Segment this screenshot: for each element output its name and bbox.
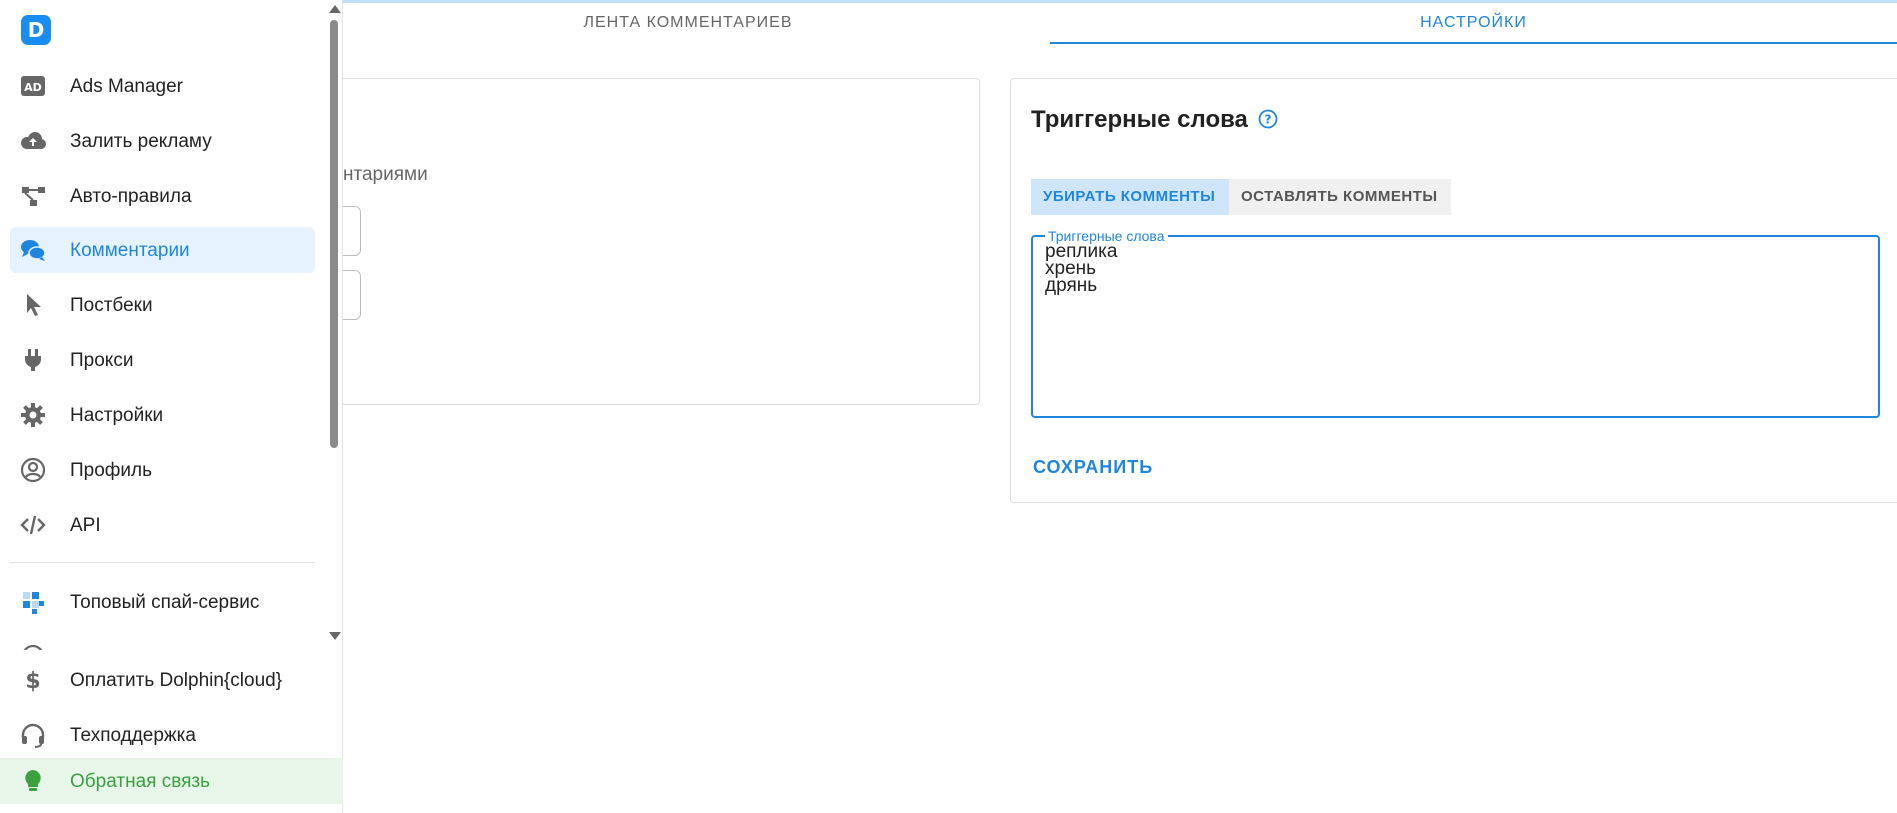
sidebar-item-label: Настройки bbox=[70, 405, 164, 426]
plug-icon bbox=[18, 346, 48, 374]
headset-icon bbox=[18, 721, 48, 749]
sidebar-item-proxy[interactable]: Прокси bbox=[10, 337, 315, 383]
left-card-input-1[interactable] bbox=[343, 206, 361, 256]
sidebar-item-label: Комментарии bbox=[70, 240, 190, 261]
svg-text:?: ? bbox=[1265, 113, 1272, 127]
trigger-words-label: Триггерные слова bbox=[1045, 228, 1168, 244]
help-icon[interactable]: ? bbox=[1258, 109, 1278, 129]
scroll-down-icon[interactable] bbox=[329, 632, 341, 640]
tab-settings[interactable]: НАСТРОЙКИ bbox=[1050, 0, 1897, 44]
sidebar-divider bbox=[10, 562, 315, 563]
sidebar-item-api[interactable]: API bbox=[10, 502, 315, 548]
sidebar-item-label: Залить рекламу bbox=[70, 131, 212, 152]
sidebar-item-support[interactable]: Техподдержка bbox=[0, 712, 343, 758]
sidebar-item-ads-manager[interactable]: AD Ads Manager bbox=[10, 63, 315, 109]
gear-icon bbox=[18, 401, 48, 429]
sidebar-item-label: Постбеки bbox=[70, 295, 153, 316]
sidebar-nav: D AD Ads Manager Залить рекламу Авто-пра… bbox=[0, 0, 322, 650]
sidebar-item-label: Обратная связь bbox=[70, 771, 210, 792]
sidebar-item-comments[interactable]: Комментарии bbox=[10, 227, 315, 273]
trigger-words-field: Триггерные слова реплика хрень дрянь bbox=[1031, 228, 1880, 418]
keep-comments-button[interactable]: ОСТАВЛЯТЬ КОММЕНТЫ bbox=[1229, 179, 1451, 215]
sidebar-item-label: Авто-правила bbox=[70, 186, 192, 207]
sidebar-item-label: Оплатить Dolphin{cloud} bbox=[70, 670, 283, 691]
comments-icon bbox=[18, 236, 48, 264]
flow-icon bbox=[18, 182, 48, 210]
ad-icon: AD bbox=[18, 72, 48, 100]
sidebar-item-spy-service[interactable]: Топовый спай-сервис bbox=[10, 579, 315, 625]
sidebar-item-label: Ads Manager bbox=[70, 76, 184, 97]
lightbulb-icon bbox=[18, 767, 48, 795]
cursor-icon bbox=[18, 291, 48, 319]
trigger-words-textarea[interactable]: реплика хрень дрянь bbox=[1045, 243, 1865, 408]
sidebar-item-feedback[interactable]: Обратная связь bbox=[0, 758, 343, 804]
sidebar-item-upload-ads[interactable]: Залить рекламу bbox=[10, 118, 315, 164]
scroll-thumb[interactable] bbox=[330, 20, 338, 448]
svg-text:$: $ bbox=[25, 669, 40, 694]
sidebar-item-postbacks[interactable]: Постбеки bbox=[10, 282, 315, 328]
cloud-upload-icon bbox=[18, 127, 48, 155]
trigger-words-card: Триггерные слова ? УБИРАТЬ КОММЕНТЫ ОСТА… bbox=[1010, 78, 1897, 503]
dollar-icon: $ bbox=[18, 666, 48, 694]
sidebar-item-label: Техподдержка bbox=[70, 725, 196, 746]
remove-comments-button[interactable]: УБИРАТЬ КОММЕНТЫ bbox=[1031, 179, 1229, 215]
sidebar-item-label: Топовый спай-сервис bbox=[70, 592, 260, 613]
sidebar-item-label: Профиль bbox=[70, 460, 153, 481]
svg-text:AD: AD bbox=[24, 81, 42, 94]
sidebar-item-label: API bbox=[70, 515, 101, 536]
spy-service-icon bbox=[18, 588, 48, 616]
partial-icon bbox=[18, 642, 48, 650]
sidebar-scrollbar[interactable] bbox=[327, 0, 341, 650]
sidebar-item-partial bbox=[10, 633, 315, 650]
sidebar-item-label: Прокси bbox=[70, 350, 134, 371]
save-button[interactable]: СОХРАНИТЬ bbox=[1033, 457, 1153, 478]
code-icon bbox=[18, 511, 48, 539]
card-title: Триггерные слова bbox=[1031, 106, 1248, 133]
sidebar-item-auto-rules[interactable]: Авто-правила bbox=[10, 173, 315, 219]
user-icon bbox=[18, 456, 48, 484]
sidebar-item-profile[interactable]: Профиль bbox=[10, 447, 315, 493]
left-card-text: нтариями bbox=[343, 164, 428, 185]
mode-toggle-group: УБИРАТЬ КОММЕНТЫ ОСТАВЛЯТЬ КОММЕНТЫ bbox=[1031, 179, 1451, 215]
left-card-input-2[interactable] bbox=[343, 270, 361, 320]
sidebar-item-pay[interactable]: $ Оплатить Dolphin{cloud} bbox=[0, 657, 343, 703]
sidebar: D AD Ads Manager Залить рекламу Авто-пра… bbox=[0, 0, 343, 813]
tab-comments-feed[interactable]: ЛЕНТА КОММЕНТАРИЕВ bbox=[343, 0, 1033, 44]
dolphin-logo[interactable]: D bbox=[21, 15, 51, 45]
sidebar-item-settings[interactable]: Настройки bbox=[10, 392, 315, 438]
settings-card-left: нтариями bbox=[343, 78, 980, 405]
scroll-up-icon[interactable] bbox=[329, 5, 341, 13]
